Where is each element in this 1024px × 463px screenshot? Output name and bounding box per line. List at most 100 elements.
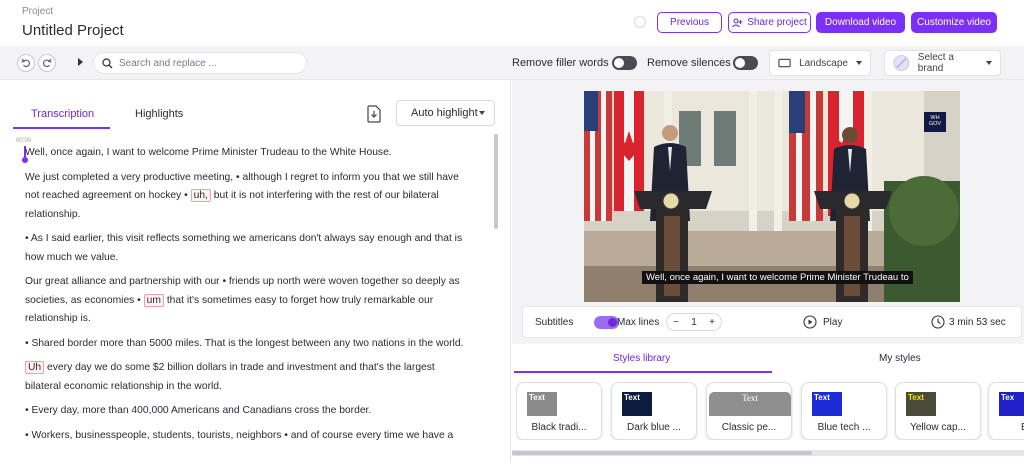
style-card[interactable]: Text Black tradi... (516, 382, 602, 440)
play-button-label[interactable]: Play (823, 317, 842, 328)
transcript-paragraph[interactable]: • As I said earlier, this visit reflects… (25, 230, 472, 267)
remove-filler-words-label: Remove filler words (512, 57, 609, 69)
style-card[interactable]: Text Blue tech ... (801, 382, 887, 440)
style-card-name: Black tradi... (531, 422, 587, 433)
previous-button-label: Previous (670, 17, 709, 28)
wh-watermark-text: WH GOV (928, 115, 942, 127)
orientation-dropdown[interactable]: Landscape (769, 50, 871, 76)
max-lines-stepper[interactable]: − 1 + (666, 313, 722, 331)
active-styles-tab-indicator (514, 371, 772, 373)
auto-highlight-label: Auto highlight (411, 107, 478, 119)
transcript-segment: • Every day, more than 400,000 Americans… (25, 405, 372, 416)
style-card-preview: Tex (999, 392, 1024, 416)
transcript-paragraph[interactable]: We just completed a very productive meet… (25, 169, 472, 225)
undo-button[interactable] (17, 54, 35, 72)
style-card[interactable]: Tex Blue (988, 382, 1024, 440)
undo-icon (21, 58, 30, 68)
remove-silences-toggle[interactable] (733, 56, 758, 70)
style-card[interactable]: Text Classic pe... (706, 382, 792, 440)
remove-silences-label: Remove silences (647, 57, 731, 69)
redo-button[interactable] (38, 54, 56, 72)
transcript-text[interactable]: Well, once again, I want to welcome Prim… (25, 144, 472, 451)
transcript-paragraph[interactable]: • Every day, more than 400,000 Americans… (25, 402, 472, 421)
style-card[interactable]: Text Yellow cap... (895, 382, 981, 440)
transcript-segment: • Workers, businesspeople, students, tou… (25, 429, 454, 441)
orientation-value: Landscape (799, 57, 848, 69)
search-bar[interactable] (93, 52, 307, 74)
loading-spinner-icon (634, 16, 646, 28)
style-card-name: Yellow cap... (910, 422, 966, 433)
tab-highlights[interactable]: Highlights (135, 108, 183, 120)
download-transcript-icon[interactable] (366, 105, 382, 123)
transcript-paragraph[interactable]: Our great alliance and partnership with … (25, 273, 472, 329)
share-project-button[interactable]: Share project (728, 12, 811, 33)
style-card-name: Blue (989, 422, 1024, 433)
style-card-preview: Text (527, 392, 557, 416)
increment-button[interactable]: + (709, 317, 715, 328)
tab-transcription[interactable]: Transcription (31, 108, 94, 120)
auto-highlight-dropdown[interactable]: Auto highlight (396, 100, 495, 126)
project-name[interactable]: Untitled Project (22, 22, 124, 39)
customize-video-label: Customize video (917, 17, 991, 28)
style-card-name: Dark blue ... (627, 422, 681, 433)
brand-dropdown[interactable]: Select a brand (884, 50, 1001, 76)
header: Project Untitled Project Previous Share … (0, 0, 1024, 46)
download-video-button[interactable]: Download video (816, 12, 905, 33)
transcript-segment: every day we do some $2 billion dollars … (25, 362, 435, 392)
clock-icon (931, 315, 945, 329)
chevron-down-icon (986, 61, 992, 65)
transcript-paragraph[interactable]: • Workers, businesspeople, students, tou… (25, 427, 472, 446)
style-card-name: Blue tech ... (817, 422, 871, 433)
previous-button[interactable]: Previous (657, 12, 722, 33)
tab-styles-library[interactable]: Styles library (613, 353, 670, 364)
transcript-paragraph[interactable]: • Shared border more than 5000 miles. Th… (25, 335, 472, 354)
styles-section: Styles library My styles Text Black tradi… (512, 344, 1024, 463)
add-user-icon (732, 18, 743, 27)
transcript-paragraph[interactable]: Uh every day we do some $2 billion dolla… (25, 359, 472, 396)
brand-value: Select a brand (917, 52, 954, 74)
video-preview[interactable]: WH GOV Well, once again, I want to welco… (584, 91, 960, 302)
download-video-label: Download video (824, 17, 897, 28)
player-controls: Subtitles Max lines − 1 + Play 3 min 53 … (522, 306, 1022, 338)
style-card-preview: Text (906, 392, 936, 416)
decrement-button[interactable]: − (673, 317, 679, 328)
project-label: Project (22, 6, 54, 17)
style-card-preview: Text (812, 392, 842, 416)
style-card-preview: Text (709, 392, 791, 416)
customize-video-button[interactable]: Customize video (911, 12, 997, 33)
chevron-down-icon (856, 61, 862, 65)
play-icon[interactable] (803, 315, 817, 329)
redo-icon (43, 58, 52, 68)
transcript-panel: Transcription Highlights Auto highlight … (0, 80, 511, 463)
transcript-segment: Well, once again, I want to welcome Prim… (25, 147, 392, 158)
subtitle-overlay: Well, once again, I want to welcome Prim… (642, 271, 913, 284)
max-lines-label: Max lines (617, 317, 660, 328)
transcript-segment: • As I said earlier, this visit reflects… (25, 233, 463, 263)
search-input[interactable] (119, 57, 289, 69)
tab-my-styles[interactable]: My styles (879, 353, 921, 364)
no-brand-icon (893, 55, 910, 71)
remove-filler-words-toggle[interactable] (612, 56, 637, 70)
video-duration: 3 min 53 sec (949, 317, 1006, 328)
subtitles-toggle[interactable] (594, 316, 619, 329)
style-card[interactable]: Text Dark blue ... (611, 382, 697, 440)
filler-word-highlight[interactable]: um (143, 293, 164, 307)
max-lines-value: 1 (691, 316, 697, 328)
expand-arrow-icon[interactable] (78, 58, 83, 66)
transcript-segment: • Shared border more than 5000 miles. Th… (25, 337, 464, 349)
style-card-name: Classic pe... (721, 422, 777, 433)
style-cards-list: Text Black tradi... Text Dark blue ... Text C… (516, 382, 1024, 440)
toolbar: Remove filler words Remove silences Land… (0, 46, 1024, 80)
filler-word-highlight[interactable]: Uh (25, 361, 45, 374)
active-tab-indicator (13, 127, 110, 129)
filler-word-highlight[interactable]: uh, (190, 189, 211, 202)
transcript-paragraph[interactable]: Well, once again, I want to welcome Prim… (25, 144, 472, 163)
styles-horizontal-scrollbar[interactable] (512, 450, 1024, 456)
landscape-icon (778, 58, 791, 68)
style-card-preview: Text (622, 392, 652, 416)
share-project-label: Share project (747, 17, 807, 28)
preview-panel: WH GOV Well, once again, I want to welco… (512, 80, 1024, 463)
chevron-down-icon (479, 111, 485, 115)
search-icon (102, 57, 113, 68)
transcript-scrollbar[interactable] (494, 134, 498, 229)
